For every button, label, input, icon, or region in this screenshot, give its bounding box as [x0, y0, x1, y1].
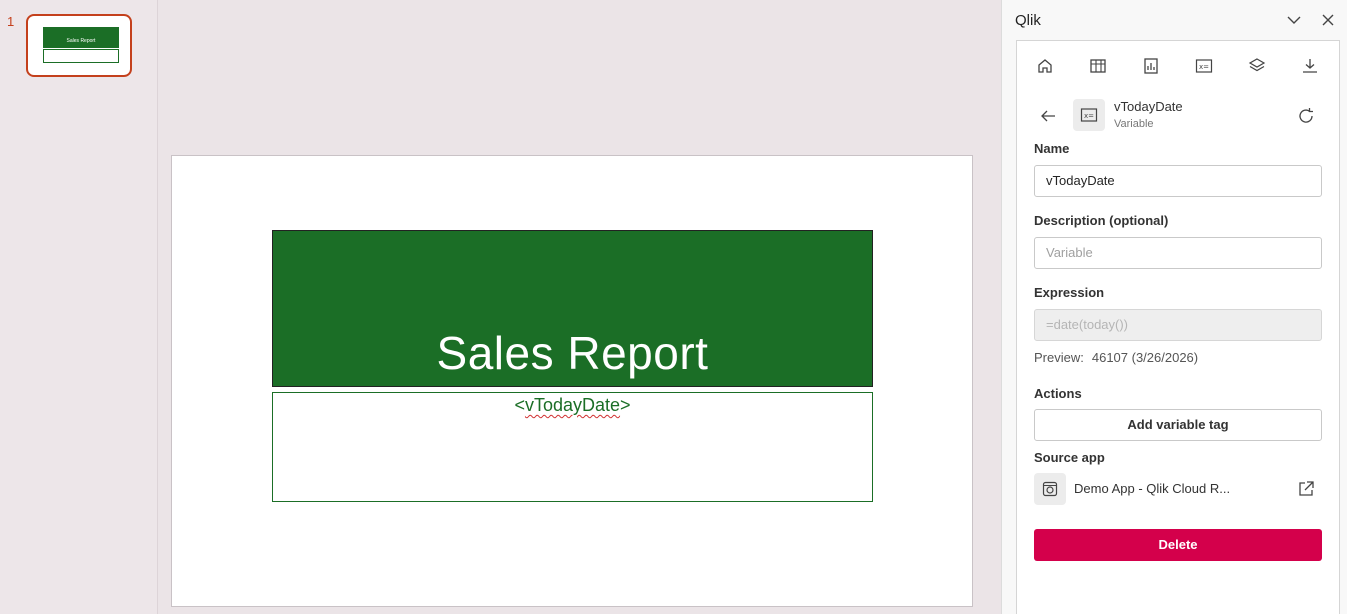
- thumbnail-date-box: [43, 49, 119, 63]
- description-field[interactable]: Variable: [1034, 237, 1322, 269]
- expression-label: Expression: [1034, 285, 1105, 300]
- external-link-icon[interactable]: [1297, 480, 1315, 498]
- description-label: Description (optional): [1034, 213, 1169, 228]
- qlik-task-pane: Qlik x= x= vTodayDate Variable Name vTod…: [1001, 0, 1347, 614]
- thumbnail-title-banner: Sales Report: [43, 27, 119, 48]
- preview-label: Preview:: [1034, 350, 1084, 365]
- delete-button[interactable]: Delete: [1034, 529, 1322, 561]
- app-icon: [1034, 473, 1066, 505]
- panel-title: Qlik: [1015, 12, 1041, 29]
- svg-text:x=: x=: [1199, 63, 1209, 71]
- layers-icon[interactable]: [1246, 55, 1268, 77]
- collapse-chevron-icon[interactable]: [1286, 12, 1302, 28]
- table-icon[interactable]: [1087, 55, 1109, 77]
- slide-title: Sales Report: [436, 327, 709, 379]
- variable-name-heading: vTodayDate: [1114, 99, 1183, 114]
- thumbnail-number: 1: [7, 14, 15, 29]
- add-variable-tag-button[interactable]: Add variable tag: [1034, 409, 1322, 441]
- date-textbox[interactable]: <vTodayDate>: [272, 392, 873, 502]
- slide-canvas[interactable]: Sales Report <vTodayDate>: [171, 155, 973, 607]
- panel-toolbar: x=: [1017, 55, 1341, 77]
- source-app-row: Demo App - Qlik Cloud R...: [1034, 473, 1322, 505]
- preview-line: Preview: 46107 (3/26/2026): [1034, 350, 1198, 365]
- refresh-icon[interactable]: [1296, 106, 1316, 126]
- home-icon[interactable]: [1034, 55, 1056, 77]
- download-icon[interactable]: [1299, 55, 1321, 77]
- svg-text:x=: x=: [1084, 112, 1094, 120]
- variable-tag-name: vTodayDate: [524, 395, 621, 415]
- variable-icon[interactable]: x=: [1193, 55, 1215, 77]
- variable-type-icon: x=: [1073, 99, 1105, 131]
- chart-icon[interactable]: [1140, 55, 1162, 77]
- slide-thumbnail-pane: 1 Sales Report: [0, 0, 158, 614]
- actions-label: Actions: [1034, 386, 1082, 401]
- title-shape[interactable]: Sales Report: [272, 230, 873, 387]
- preview-value: 46107 (3/26/2026): [1091, 350, 1199, 365]
- variable-type-label: Variable: [1114, 118, 1154, 130]
- variable-header: x= vTodayDate Variable: [1017, 99, 1341, 135]
- panel-header: Qlik: [1002, 0, 1347, 40]
- back-arrow-icon[interactable]: [1039, 107, 1057, 125]
- close-icon[interactable]: [1320, 12, 1336, 28]
- expression-field: =date(today()): [1034, 309, 1322, 341]
- name-field[interactable]: vTodayDate: [1034, 165, 1322, 197]
- panel-body: x= x= vTodayDate Variable Name vTodayDat…: [1016, 40, 1340, 614]
- name-label: Name: [1034, 141, 1070, 156]
- source-app-name: Demo App - Qlik Cloud R...: [1074, 481, 1231, 496]
- variable-tag-text: <vTodayDate>: [514, 395, 631, 415]
- slide-thumbnail-1[interactable]: Sales Report: [26, 14, 132, 77]
- source-app-label: Source app: [1034, 450, 1105, 465]
